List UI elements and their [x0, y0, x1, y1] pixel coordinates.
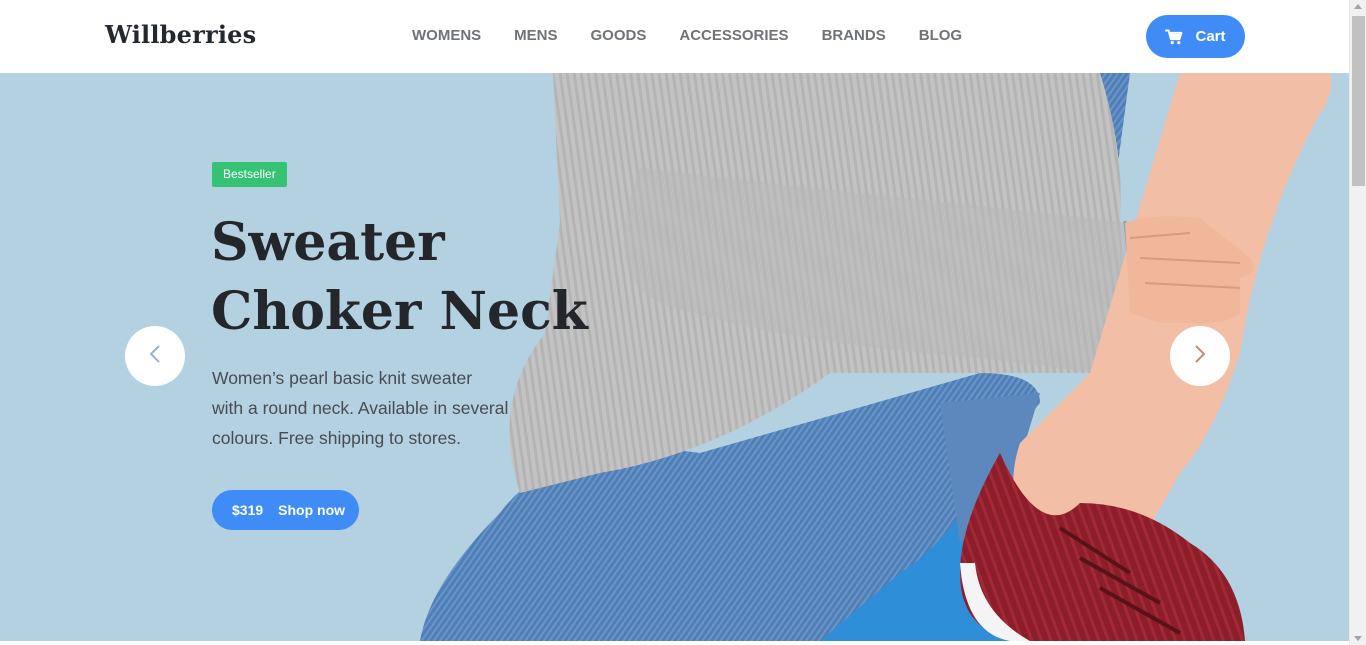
- page-bottom-edge: [0, 641, 1349, 645]
- main-nav: WOMENS MENS GOODS ACCESSORIES BRANDS BLO…: [412, 27, 995, 44]
- slider-prev-button[interactable]: [125, 326, 185, 386]
- nav-item-womens[interactable]: WOMENS: [412, 27, 481, 44]
- scroll-up-arrow-icon[interactable]: [1354, 4, 1362, 9]
- site-header: Willberries WOMENS MENS GOODS ACCESSORIE…: [0, 0, 1349, 73]
- shop-now-button[interactable]: $319 Shop now: [212, 490, 359, 530]
- nav-item-brands[interactable]: BRANDS: [822, 27, 886, 44]
- nav-item-blog[interactable]: BLOG: [919, 27, 962, 44]
- vertical-scrollbar[interactable]: [1349, 0, 1366, 645]
- slider-next-button[interactable]: [1170, 326, 1230, 386]
- scroll-down-arrow-icon[interactable]: [1354, 636, 1362, 641]
- product-description-line1: Women’s pearl basic knit sweater: [212, 368, 473, 388]
- product-description-line3: colours. Free shipping to stores.: [212, 428, 462, 448]
- product-description: Women’s pearl basic knit sweater with a …: [212, 363, 512, 453]
- hero-product-photo: [420, 73, 1332, 641]
- nav-item-mens[interactable]: MENS: [514, 27, 557, 44]
- product-title-line2: Choker Neck: [211, 281, 588, 342]
- product-description-line2: with a round neck. Available in several: [212, 398, 509, 418]
- product-price: $319: [232, 502, 264, 518]
- site-logo[interactable]: Willberries: [105, 20, 256, 49]
- cart-label: Cart: [1195, 28, 1226, 45]
- nav-item-goods[interactable]: GOODS: [591, 27, 647, 44]
- cart-button[interactable]: Cart: [1146, 15, 1245, 58]
- product-title-line1: Sweater: [211, 212, 445, 273]
- bestseller-badge: Bestseller: [212, 162, 287, 187]
- chevron-right-icon: [1194, 344, 1206, 368]
- nav-item-accessories[interactable]: ACCESSORIES: [679, 27, 788, 44]
- scroll-thumb[interactable]: [1352, 16, 1365, 186]
- shop-now-label: Shop now: [278, 502, 346, 518]
- chevron-left-icon: [149, 344, 161, 368]
- cart-icon: [1165, 29, 1183, 45]
- hero-slider: Bestseller Sweater Choker Neck Women’s p…: [0, 73, 1349, 641]
- product-title: Sweater Choker Neck: [211, 208, 591, 346]
